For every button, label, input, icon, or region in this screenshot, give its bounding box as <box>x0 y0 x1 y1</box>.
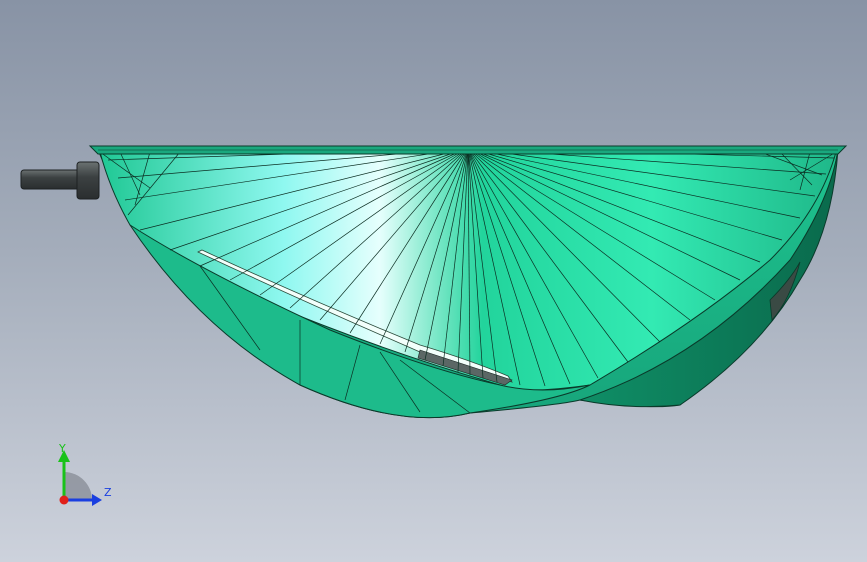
reflector-rim <box>88 145 848 155</box>
z-axis-label: Z <box>104 486 112 499</box>
3d-model-view[interactable] <box>0 0 867 562</box>
reflector-inner-face <box>99 151 837 419</box>
graphics-viewport[interactable]: Y Z <box>0 0 867 562</box>
y-axis-label: Y <box>58 442 66 455</box>
mounting-shaft <box>20 161 100 200</box>
z-axis-arrowhead-icon <box>92 494 102 506</box>
orientation-triad[interactable]: Y Z <box>44 438 124 512</box>
triad-plane-icon <box>64 472 92 500</box>
x-axis-dot-icon <box>59 495 69 505</box>
